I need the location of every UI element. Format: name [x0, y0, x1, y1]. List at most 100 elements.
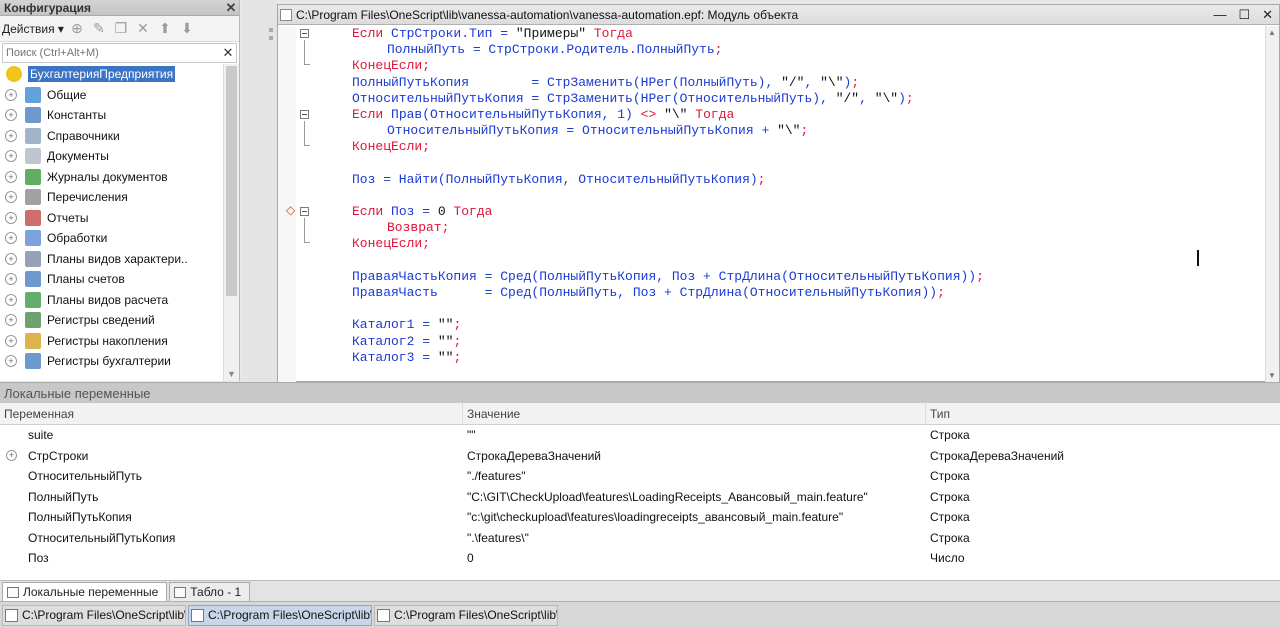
add-icon[interactable]: ⊕ — [68, 20, 86, 38]
code-line[interactable] — [352, 156, 984, 172]
code-line[interactable]: ПраваяЧастьКопия = Сред(ПолныйПутьКопия,… — [352, 269, 984, 285]
table-row[interactable]: suite "" Строка — [0, 425, 1280, 446]
scroll-down-icon[interactable]: ▼ — [227, 369, 236, 379]
expand-icon[interactable]: + — [5, 232, 17, 245]
tree-item[interactable]: + Планы видов расчета — [0, 290, 224, 311]
value-cell[interactable]: "c:\git\checkupload\features\loadingrece… — [463, 507, 926, 528]
taskbar-window-item[interactable]: C:\Program Files\OneScript\lib\.. — [188, 604, 372, 626]
clear-search-icon[interactable]: ✕ — [220, 45, 236, 61]
table-row[interactable]: Поз 0 Число — [0, 548, 1280, 569]
value-cell[interactable]: "" — [463, 425, 926, 446]
tree-item[interactable]: + Перечисления — [0, 187, 224, 208]
expand-icon[interactable]: + — [5, 334, 17, 347]
tab-local-variables[interactable]: Локальные переменные — [2, 582, 168, 601]
variable-name: Поз — [28, 551, 49, 566]
expand-icon[interactable]: + — [5, 170, 17, 183]
copy-icon[interactable]: ❐ — [112, 20, 130, 38]
close-icon[interactable]: ✕ — [223, 0, 239, 16]
code-line[interactable]: Каталог3 = ""; — [352, 350, 984, 366]
tree-item[interactable]: + Планы счетов — [0, 269, 224, 290]
config-tree-scrollbar[interactable]: ▼ — [223, 64, 239, 381]
taskbar-window-item[interactable]: C:\Program Files\OneScript\lib\.. — [374, 604, 558, 626]
code-line[interactable]: Возврат; — [352, 220, 984, 236]
table-row[interactable]: ОтносительныйПуть "./features" Строка — [0, 466, 1280, 487]
code-line[interactable]: Если СтрСтроки.Тип = "Примеры" Тогда — [352, 26, 984, 42]
code-line[interactable]: Если Прав(ОтносительныйПутьКопия, 1) <> … — [352, 107, 984, 123]
locals-title: Локальные переменные — [0, 383, 1280, 403]
code-line[interactable]: ПолныйПутьКопия = СтрЗаменить(НРег(Полны… — [352, 75, 984, 91]
value-cell[interactable]: СтрокаДереваЗначений — [463, 446, 926, 467]
tree-item[interactable]: + Регистры накопления — [0, 331, 224, 352]
fold-toggle-icon[interactable] — [300, 207, 309, 216]
tree-item[interactable]: + Общие — [0, 85, 224, 106]
bottom-tabs: Локальные переменные Табло - 1 — [0, 580, 1280, 601]
code-line[interactable] — [352, 188, 984, 204]
tree-item[interactable]: + Журналы документов — [0, 167, 224, 188]
expand-icon[interactable]: + — [5, 293, 17, 306]
code-line[interactable]: ПолныйПуть = СтрСтроки.Родитель.ПолныйПу… — [352, 42, 984, 58]
code-line[interactable]: КонецЕсли; — [352, 58, 984, 74]
code-line[interactable]: ОтносительныйПутьКопия = СтрЗаменить(НРе… — [352, 91, 984, 107]
expand-icon[interactable]: + — [5, 273, 17, 286]
column-header-value[interactable]: Значение — [463, 403, 926, 424]
expand-icon[interactable]: + — [5, 211, 17, 224]
code-line[interactable]: КонецЕсли; — [352, 236, 984, 252]
code-line[interactable]: Если Поз = 0 Тогда — [352, 204, 984, 220]
expand-icon[interactable]: + — [5, 129, 17, 142]
expand-icon[interactable]: + — [5, 191, 17, 204]
close-icon[interactable]: ✕ — [1262, 7, 1273, 23]
expand-icon[interactable]: + — [6, 450, 17, 462]
scroll-up-icon[interactable]: ▲ — [1268, 28, 1276, 37]
value-cell[interactable]: "./features" — [463, 466, 926, 487]
tree-item[interactable]: + Документы — [0, 146, 224, 167]
table-row[interactable]: + СтрСтроки СтрокаДереваЗначений СтрокаДере… — [0, 446, 1280, 467]
code-line[interactable]: Поз = Найти(ПолныйПутьКопия, Относительн… — [352, 172, 984, 188]
code-text[interactable]: Если СтрСтроки.Тип = "Примеры" Тогда Полн… — [352, 26, 984, 366]
edit-icon[interactable]: ✎ — [90, 20, 108, 38]
expand-icon[interactable]: + — [5, 252, 17, 265]
fold-toggle-icon[interactable] — [300, 29, 309, 38]
code-line[interactable]: Каталог1 = ""; — [352, 317, 984, 333]
scroll-down-icon[interactable]: ▼ — [1268, 371, 1276, 380]
tree-item[interactable]: + Регистры бухгалтерии — [0, 351, 224, 372]
code-scrollbar[interactable]: ▲ ▼ — [1265, 26, 1279, 382]
value-cell[interactable]: 0 — [463, 548, 926, 569]
code-line[interactable]: ПраваяЧасть = Сред(ПолныйПуть, Поз + Стр… — [352, 285, 984, 301]
tree-item[interactable]: + Константы — [0, 105, 224, 126]
tree-item[interactable]: БухгалтерияПредприятия — [0, 64, 224, 85]
expand-icon[interactable]: + — [5, 355, 17, 368]
taskbar-window-item[interactable]: C:\Program Files\OneScript\lib\.. — [2, 604, 186, 626]
tree-item[interactable]: + Отчеты — [0, 208, 224, 229]
minimize-icon[interactable]: — — [1213, 7, 1226, 23]
expand-icon[interactable]: + — [5, 88, 17, 101]
value-cell[interactable]: ".\features\" — [463, 528, 926, 549]
tree-item[interactable]: + Справочники — [0, 126, 224, 147]
scrollbar-thumb[interactable] — [226, 66, 237, 296]
tree-item[interactable]: + Обработки — [0, 228, 224, 249]
move-down-icon[interactable]: ⬇ — [178, 20, 196, 38]
code-line[interactable] — [352, 253, 984, 269]
code-line[interactable]: КонецЕсли; — [352, 139, 984, 155]
actions-menu[interactable]: Действия ▾ — [2, 22, 64, 36]
table-row[interactable]: ПолныйПутьКопия "c:\git\checkupload\featu… — [0, 507, 1280, 528]
search-input[interactable] — [3, 47, 220, 59]
expand-icon[interactable]: + — [5, 109, 17, 122]
move-up-icon[interactable]: ⬆ — [156, 20, 174, 38]
code-line[interactable]: ОтносительныйПутьКопия = ОтносительныйПу… — [352, 123, 984, 139]
code-line[interactable]: Каталог2 = ""; — [352, 334, 984, 350]
expand-icon[interactable]: + — [5, 314, 17, 327]
expand-icon[interactable]: + — [5, 150, 17, 163]
table-row[interactable]: ОтносительныйПутьКопия ".\features\" Строк… — [0, 528, 1280, 549]
maximize-icon[interactable]: ☐ — [1238, 7, 1250, 23]
delete-icon[interactable]: ✕ — [134, 20, 152, 38]
column-header-type[interactable]: Тип — [926, 403, 1280, 424]
tree-item[interactable]: + Планы видов характери.. — [0, 249, 224, 270]
value-cell[interactable]: "C:\GIT\CheckUpload\features\LoadingRece… — [463, 487, 926, 508]
code-line[interactable] — [352, 301, 984, 317]
fold-toggle-icon[interactable] — [300, 110, 309, 119]
tab-watch-board[interactable]: Табло - 1 — [169, 582, 251, 601]
splitter[interactable] — [241, 0, 277, 381]
table-row[interactable]: ПолныйПуть "C:\GIT\CheckUpload\features\L… — [0, 487, 1280, 508]
tree-item[interactable]: + Регистры сведений — [0, 310, 224, 331]
column-header-variable[interactable]: Переменная — [0, 403, 463, 424]
